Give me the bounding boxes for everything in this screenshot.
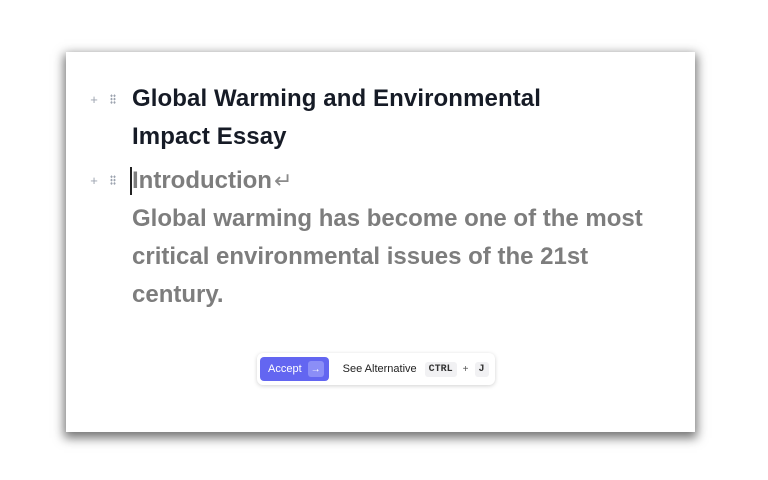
title-block-controls: + — [90, 89, 130, 109]
see-alternative-button[interactable]: See Alternative — [343, 363, 417, 375]
text-cursor — [130, 167, 132, 195]
suggestion-body: Global warming has become one of the mos… — [132, 205, 643, 308]
shortcut-key-j: J — [474, 361, 489, 377]
drag-handle-icon[interactable] — [110, 175, 116, 185]
shortcut-plus: + — [462, 363, 469, 375]
editor-card: + Global Warming and Environmental Impac… — [66, 52, 695, 432]
ai-suggestion-text[interactable]: Introduction↵ Global warming has become … — [130, 162, 652, 314]
shortcut-key-ctrl: CTRL — [424, 361, 457, 377]
add-block-icon[interactable]: + — [90, 174, 98, 187]
suggestion-heading: Introduction — [132, 167, 272, 194]
return-icon: ↵ — [273, 168, 293, 193]
accept-button[interactable]: Accept → — [260, 357, 329, 381]
document-title[interactable]: Global Warming and Environmental Impact … — [132, 80, 602, 156]
drag-handle-icon[interactable] — [110, 94, 116, 104]
arrow-right-icon: → — [307, 361, 324, 377]
accept-button-label: Accept — [268, 363, 302, 375]
suggestion-toolbar: Accept → See Alternative CTRL + J — [257, 353, 495, 385]
add-block-icon[interactable]: + — [90, 93, 98, 106]
suggestion-block-controls: + — [90, 170, 130, 190]
